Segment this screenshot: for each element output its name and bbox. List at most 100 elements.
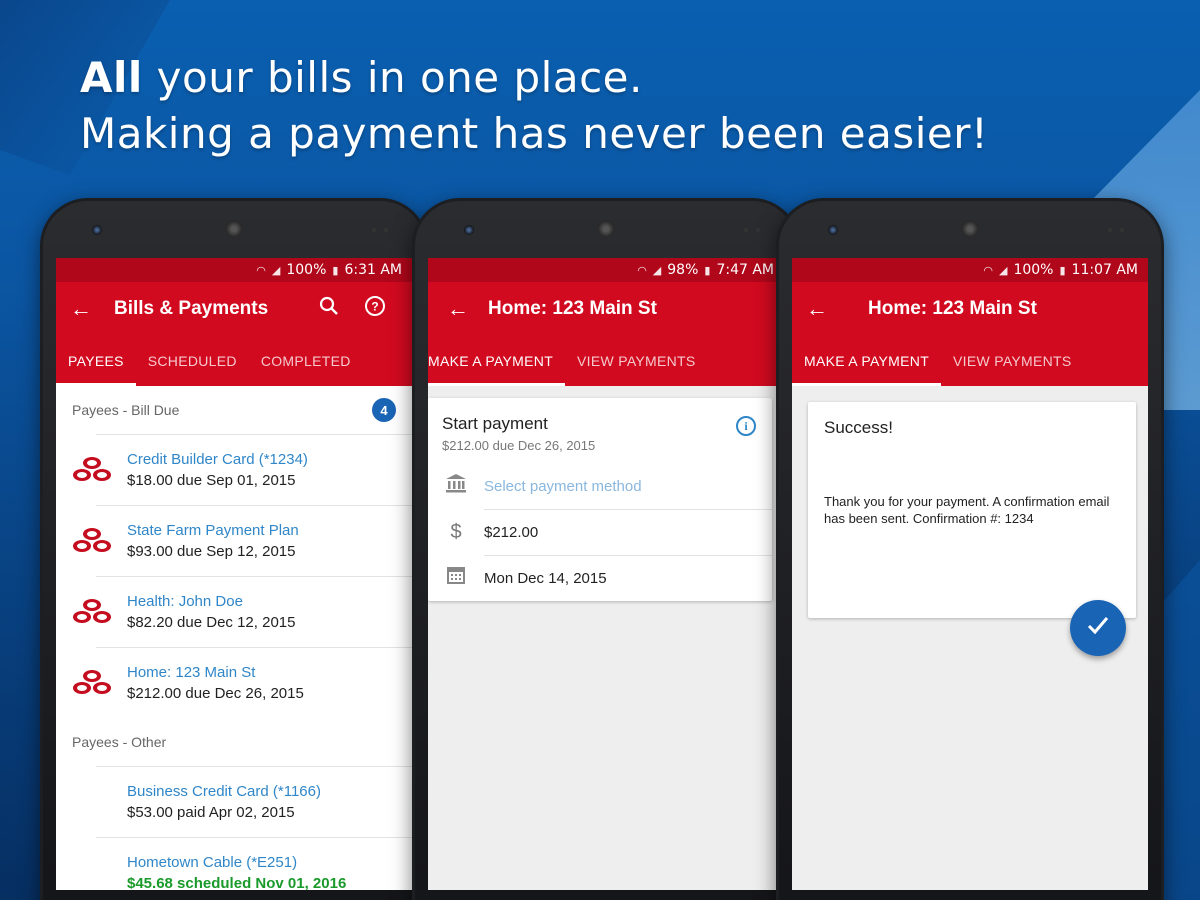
list-item[interactable]: Home: 123 Main St $212.00 due Dec 26, 201… bbox=[56, 647, 412, 718]
date-field[interactable]: Mon Dec 14, 2015 bbox=[428, 555, 772, 601]
state-farm-logo bbox=[56, 455, 127, 485]
tab-view-payments[interactable]: VIEW PAYMENTS bbox=[565, 336, 708, 386]
sensor-dots bbox=[744, 228, 760, 232]
speaker bbox=[961, 220, 979, 238]
sensor-dots bbox=[1108, 228, 1124, 232]
tab-make-payment[interactable]: MAKE A PAYMENT bbox=[792, 336, 942, 386]
list-item[interactable]: Health: John Doe $82.20 due Dec 12, 2015 bbox=[56, 576, 412, 647]
arrow-left-icon[interactable]: ← bbox=[806, 296, 868, 322]
success-title: Success! bbox=[824, 418, 893, 437]
headline-line2: Making a payment has never been easier! bbox=[80, 109, 989, 158]
signal-icon: ◢ bbox=[998, 263, 1008, 277]
battery-percent: 98% bbox=[667, 262, 699, 278]
date-value: Mon Dec 14, 2015 bbox=[484, 569, 607, 587]
count-badge: 4 bbox=[372, 398, 396, 422]
tab-completed[interactable]: COMPLETED bbox=[249, 336, 363, 386]
sensor-dots bbox=[372, 228, 388, 232]
battery-icon: ▮ bbox=[1059, 263, 1066, 277]
payee-detail: $18.00 due Sep 01, 2015 bbox=[127, 471, 296, 489]
payee-name: Home: 123 Main St bbox=[127, 663, 256, 681]
arrow-left-icon[interactable]: ← bbox=[70, 296, 114, 322]
phone-success: ◠ ◢ 100% ▮ 11:07 AM ← Home: 123 Main St … bbox=[776, 198, 1164, 900]
amount-value: $212.00 bbox=[484, 523, 539, 541]
list-item[interactable]: State Farm Payment Plan $93.00 due Sep 12… bbox=[56, 505, 412, 576]
section-header: Payees - Other bbox=[56, 718, 412, 766]
bank-icon bbox=[428, 473, 484, 499]
payee-name: Business Credit Card (*1166) bbox=[127, 782, 321, 800]
confirmation-message: Thank you for your payment. A confirmati… bbox=[824, 494, 1110, 526]
screen: ◠ ◢ 98% ▮ 7:47 AM ← Home: 123 Main St MA… bbox=[428, 258, 784, 890]
payee-detail: $82.20 due Dec 12, 2015 bbox=[127, 613, 296, 631]
payee-detail: $53.00 paid Apr 02, 2015 bbox=[127, 803, 295, 821]
svg-text:?: ? bbox=[371, 300, 378, 314]
section-label: Payees - Other bbox=[72, 734, 167, 750]
card-title: Start payment bbox=[442, 414, 548, 433]
headline-bold: All bbox=[80, 53, 143, 102]
tab-bar: MAKE A PAYMENT VIEW PAYMENTS bbox=[792, 336, 1148, 386]
headline-line1: your bills in one place. bbox=[142, 53, 643, 102]
clock: 7:47 AM bbox=[716, 262, 774, 278]
app-bar: ← Bills & Payments ? bbox=[56, 282, 412, 336]
app-bar: ← Home: 123 Main St bbox=[792, 282, 1148, 336]
search-icon[interactable] bbox=[306, 296, 352, 322]
tab-payees[interactable]: PAYEES bbox=[56, 336, 136, 386]
phone-make-payment: ◠ ◢ 98% ▮ 7:47 AM ← Home: 123 Main St MA… bbox=[412, 198, 800, 900]
battery-percent: 100% bbox=[1013, 262, 1054, 278]
signal-icon: ◢ bbox=[271, 263, 281, 277]
page-title: Bills & Payments bbox=[114, 298, 269, 319]
payee-list: Payees - Bill Due 4 Credit Builder Card … bbox=[56, 386, 412, 890]
status-bar: ◠ ◢ 98% ▮ 7:47 AM bbox=[428, 258, 784, 282]
page-title: Home: 123 Main St bbox=[868, 298, 1037, 319]
phone-bills: ◠ ◢ 100% ▮ 6:31 AM ← Bills & Payments ? … bbox=[40, 198, 428, 900]
payee-detail: $212.00 due Dec 26, 2015 bbox=[127, 684, 304, 702]
battery-percent: 100% bbox=[286, 262, 327, 278]
payee-name: Credit Builder Card (*1234) bbox=[127, 450, 308, 468]
amount-field[interactable]: $ $212.00 bbox=[428, 509, 772, 555]
payee-detail: $93.00 due Sep 12, 2015 bbox=[127, 542, 296, 560]
battery-icon: ▮ bbox=[704, 263, 711, 277]
payee-detail: $45.68 scheduled Nov 01, 2016 bbox=[127, 874, 347, 891]
payment-card: Start payment $212.00 due Dec 26, 2015 i… bbox=[428, 398, 772, 601]
tab-bar: MAKE A PAYMENT VIEW PAYMENTS bbox=[428, 336, 784, 386]
arrow-left-icon[interactable]: ← bbox=[428, 296, 488, 322]
tab-view-payments[interactable]: VIEW PAYMENTS bbox=[941, 336, 1084, 386]
payment-method-select[interactable]: Select payment method bbox=[428, 463, 772, 509]
payment-method-placeholder: Select payment method bbox=[484, 477, 642, 495]
section-label: Payees - Bill Due bbox=[72, 402, 180, 418]
screen: ◠ ◢ 100% ▮ 6:31 AM ← Bills & Payments ? … bbox=[56, 258, 412, 890]
wifi-icon: ◠ bbox=[983, 263, 993, 277]
status-bar: ◠ ◢ 100% ▮ 6:31 AM bbox=[56, 258, 412, 282]
list-item[interactable]: Credit Builder Card (*1234) $18.00 due Se… bbox=[56, 434, 412, 505]
payee-name: Health: John Doe bbox=[127, 592, 243, 610]
page-title: Home: 123 Main St bbox=[488, 298, 657, 319]
payee-name: Hometown Cable (*E251) bbox=[127, 853, 298, 871]
camera bbox=[92, 225, 102, 235]
payee-name: State Farm Payment Plan bbox=[127, 521, 299, 539]
state-farm-logo bbox=[56, 668, 127, 698]
camera bbox=[464, 225, 474, 235]
success-card: Success! Thank you for your payment. A c… bbox=[808, 402, 1136, 618]
app-bar: ← Home: 123 Main St bbox=[428, 282, 784, 336]
state-farm-logo bbox=[56, 597, 127, 627]
list-item[interactable]: Hometown Cable (*E251) $45.68 scheduled N… bbox=[56, 837, 412, 890]
camera bbox=[828, 225, 838, 235]
signal-icon: ◢ bbox=[652, 263, 662, 277]
wifi-icon: ◠ bbox=[256, 263, 266, 277]
screen: ◠ ◢ 100% ▮ 11:07 AM ← Home: 123 Main St … bbox=[792, 258, 1148, 890]
tab-make-payment[interactable]: MAKE A PAYMENT bbox=[428, 336, 566, 386]
help-icon[interactable]: ? bbox=[352, 295, 398, 323]
tab-scheduled[interactable]: SCHEDULED bbox=[136, 336, 249, 386]
done-button[interactable] bbox=[1070, 600, 1126, 656]
status-bar: ◠ ◢ 100% ▮ 11:07 AM bbox=[792, 258, 1148, 282]
clock: 6:31 AM bbox=[344, 262, 402, 278]
clock: 11:07 AM bbox=[1071, 262, 1138, 278]
state-farm-logo bbox=[56, 526, 127, 556]
card-subtitle: $212.00 due Dec 26, 2015 bbox=[442, 438, 596, 453]
checkmark-icon bbox=[1085, 612, 1111, 645]
info-icon[interactable]: i bbox=[736, 416, 756, 436]
speaker bbox=[597, 220, 615, 238]
headline: All your bills in one place. Making a pa… bbox=[80, 50, 988, 162]
tab-bar: PAYEES SCHEDULED COMPLETED bbox=[56, 336, 412, 386]
list-item[interactable]: Business Credit Card (*1166) $53.00 paid … bbox=[56, 766, 412, 837]
wifi-icon: ◠ bbox=[637, 263, 647, 277]
